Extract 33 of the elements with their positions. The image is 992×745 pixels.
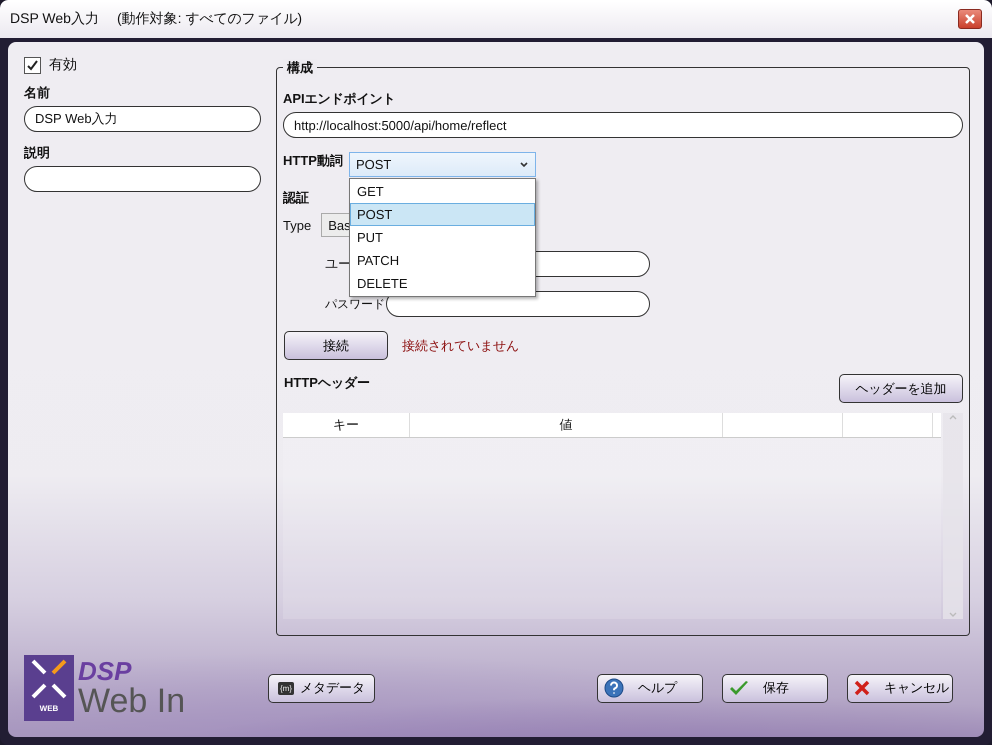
name-label: 名前 [24, 84, 50, 102]
connection-status: 接続されていません [402, 336, 519, 354]
menu-option[interactable]: DELETE [350, 272, 535, 295]
menu-option[interactable]: PUT [350, 226, 535, 249]
window-subtitle: (動作対象: すべてのファイル) [116, 10, 302, 28]
group-legend: 構成 [283, 59, 317, 77]
column-header: キー [283, 413, 410, 437]
window-title: DSP Web入力 [10, 10, 99, 28]
endpoint-label: APIエンドポイント [283, 90, 396, 108]
logo-title: DSP [78, 658, 132, 684]
http-verb-label: HTTP動詞 [283, 152, 343, 170]
menu-option[interactable]: PATCH [350, 249, 535, 272]
logo-caption: WEB [40, 704, 58, 713]
cancel-button[interactable]: キャンセル [847, 674, 953, 702]
save-button[interactable]: 保存 [722, 674, 828, 702]
auth-label: 認証 [283, 189, 309, 207]
password-label: パスワード [325, 296, 386, 312]
headers-label: HTTPヘッダー [284, 374, 370, 392]
logo-subtitle: Web In [78, 684, 186, 718]
connect-button[interactable]: 接続 [284, 331, 388, 360]
help-button[interactable]: ヘルプ [597, 674, 703, 702]
type-label: Type [283, 218, 312, 232]
column-header: 値 [410, 413, 723, 437]
http-verb-dropdown[interactable]: POST [348, 152, 536, 177]
add-header-button[interactable]: ヘッダーを追加 [839, 374, 963, 403]
metadata-icon: {m} [278, 682, 294, 694]
metadata-button[interactable]: {m} メタデータ [268, 674, 375, 702]
endpoint-field[interactable]: http://localhost:5000/api/home/reflect [283, 112, 963, 138]
description-label: 説明 [24, 144, 50, 162]
menu-option[interactable]: POST [350, 203, 535, 226]
menu-option[interactable]: GET [350, 180, 535, 203]
name-field[interactable]: DSP Web入力 [24, 106, 261, 132]
enabled-label: 有効 [49, 56, 77, 74]
